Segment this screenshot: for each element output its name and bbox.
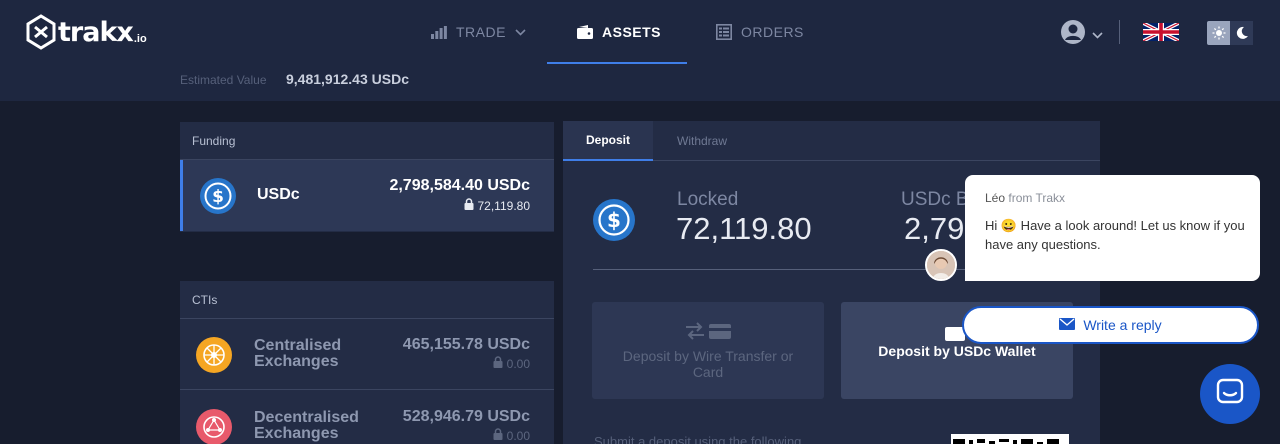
nav-orders[interactable]: ORDERS — [716, 0, 804, 64]
deposit-panel: Deposit Withdraw $ Locked 72,119.80 USDc… — [563, 121, 1100, 444]
qr-code — [951, 434, 1069, 444]
write-reply-button[interactable]: Write a reply — [962, 306, 1259, 344]
user-menu[interactable] — [1060, 19, 1103, 50]
chart-bars-icon — [431, 25, 447, 39]
sun-icon — [1207, 21, 1230, 45]
chat-launcher-button[interactable] — [1200, 364, 1260, 424]
estimated-value-amount: 9,481,912.43 USDc — [286, 71, 409, 87]
estimated-value-label: Estimated Value — [180, 73, 267, 87]
svg-text:$: $ — [607, 208, 621, 232]
wire-label-line2: Card — [692, 363, 724, 380]
chat-message-text: Hi 😀 Have a look around! Let us know if … — [985, 218, 1245, 252]
nav-assets[interactable]: ASSETS — [577, 0, 661, 64]
asset-name-line2: Exchanges — [254, 353, 339, 370]
asset-locked-value: 0.00 — [506, 428, 530, 443]
chat-message-bubble[interactable]: Léo from Trakx Hi 😀 Have a look around! … — [965, 175, 1260, 281]
chevron-down-icon — [1092, 26, 1103, 44]
wallet-label: Deposit by USDc Wallet — [878, 342, 1036, 359]
tab-withdraw[interactable]: Withdraw — [677, 121, 727, 161]
deposit-instructions: Submit a deposit using the following — [594, 434, 802, 444]
tab-deposit[interactable]: Deposit — [563, 121, 653, 161]
centralised-exchanges-icon — [196, 337, 232, 373]
chevron-down-icon — [515, 28, 526, 36]
cti-row-decentralised[interactable]: Decentralised Exchanges 528,946.79 USDc … — [180, 391, 554, 444]
agent-avatar — [925, 249, 957, 281]
chat-agent-name: Léo — [985, 191, 1006, 205]
deposit-tabs: Deposit Withdraw — [563, 121, 1100, 161]
lock-icon — [493, 428, 503, 443]
cti-row-centralised[interactable]: Centralised Exchanges 465,155.78 USDc 0.… — [180, 319, 554, 390]
asset-locked: 0.00 — [493, 428, 530, 443]
asset-name-line2: Exchanges — [254, 425, 339, 442]
brand-suffix: .io — [133, 33, 147, 45]
asset-amount: 528,946.79 USDc — [402, 408, 530, 425]
list-icon — [716, 24, 732, 40]
asset-locked-value: 0.00 — [506, 356, 530, 371]
transfer-card-icon — [685, 321, 731, 343]
asset-name: Decentralised Exchanges — [254, 410, 359, 442]
nav-trade[interactable]: TRADE — [431, 0, 526, 64]
locked-label: Locked — [677, 189, 739, 210]
usdc-icon: $ — [593, 199, 635, 241]
wire-label-line1: Deposit by Wire Transfer or — [622, 347, 794, 364]
chat-agent-from: from Trakx — [1008, 191, 1066, 205]
wallet-icon — [577, 25, 593, 39]
nav-trade-label: TRADE — [456, 24, 506, 40]
brand-name: trakx — [58, 16, 134, 48]
user-avatar-icon — [1060, 19, 1086, 50]
asset-locked: 0.00 — [493, 356, 530, 371]
lock-icon — [464, 198, 474, 213]
row-divider — [180, 389, 554, 390]
chat-sender: Léo from Trakx — [985, 191, 1065, 205]
chat-bubble-icon — [1216, 378, 1244, 411]
envelope-icon — [1059, 317, 1076, 333]
nav-assets-label: ASSETS — [602, 24, 662, 40]
write-reply-label: Write a reply — [1083, 317, 1162, 333]
nav-divider — [1119, 20, 1120, 44]
asset-name: USDc — [257, 186, 300, 203]
asset-name-line1: Decentralised — [254, 409, 359, 426]
divider — [593, 269, 968, 270]
asset-locked-value: 72,119.80 — [477, 198, 531, 213]
brand-logo[interactable]: trakx .io — [26, 12, 147, 52]
asset-locked: 72,119.80 — [464, 198, 531, 213]
decentralised-exchanges-icon — [196, 409, 232, 444]
deposit-wire-transfer-button[interactable]: Deposit by Wire Transfer or Card — [592, 302, 824, 399]
asset-amount: 2,798,584.40 USDc — [389, 177, 530, 194]
svg-text:$: $ — [212, 187, 224, 207]
asset-amount: 465,155.78 USDc — [402, 336, 530, 353]
moon-icon — [1230, 21, 1253, 45]
asset-name-line1: Centralised — [254, 337, 342, 354]
logo-mark-icon — [26, 14, 56, 50]
locked-value: 72,119.80 — [676, 211, 812, 246]
asset-name: Centralised Exchanges — [254, 338, 341, 370]
funding-title: Funding — [180, 122, 554, 160]
usdc-icon: $ — [200, 178, 236, 214]
funding-asset-row-usdc[interactable]: $ USDc 2,798,584.40 USDc 72,119.80 — [180, 160, 554, 231]
language-flag-uk-icon[interactable] — [1142, 21, 1180, 43]
nav-orders-label: ORDERS — [741, 24, 804, 40]
theme-toggle[interactable] — [1207, 21, 1253, 45]
lock-icon — [493, 356, 503, 371]
ctis-title: CTIs — [180, 281, 554, 319]
